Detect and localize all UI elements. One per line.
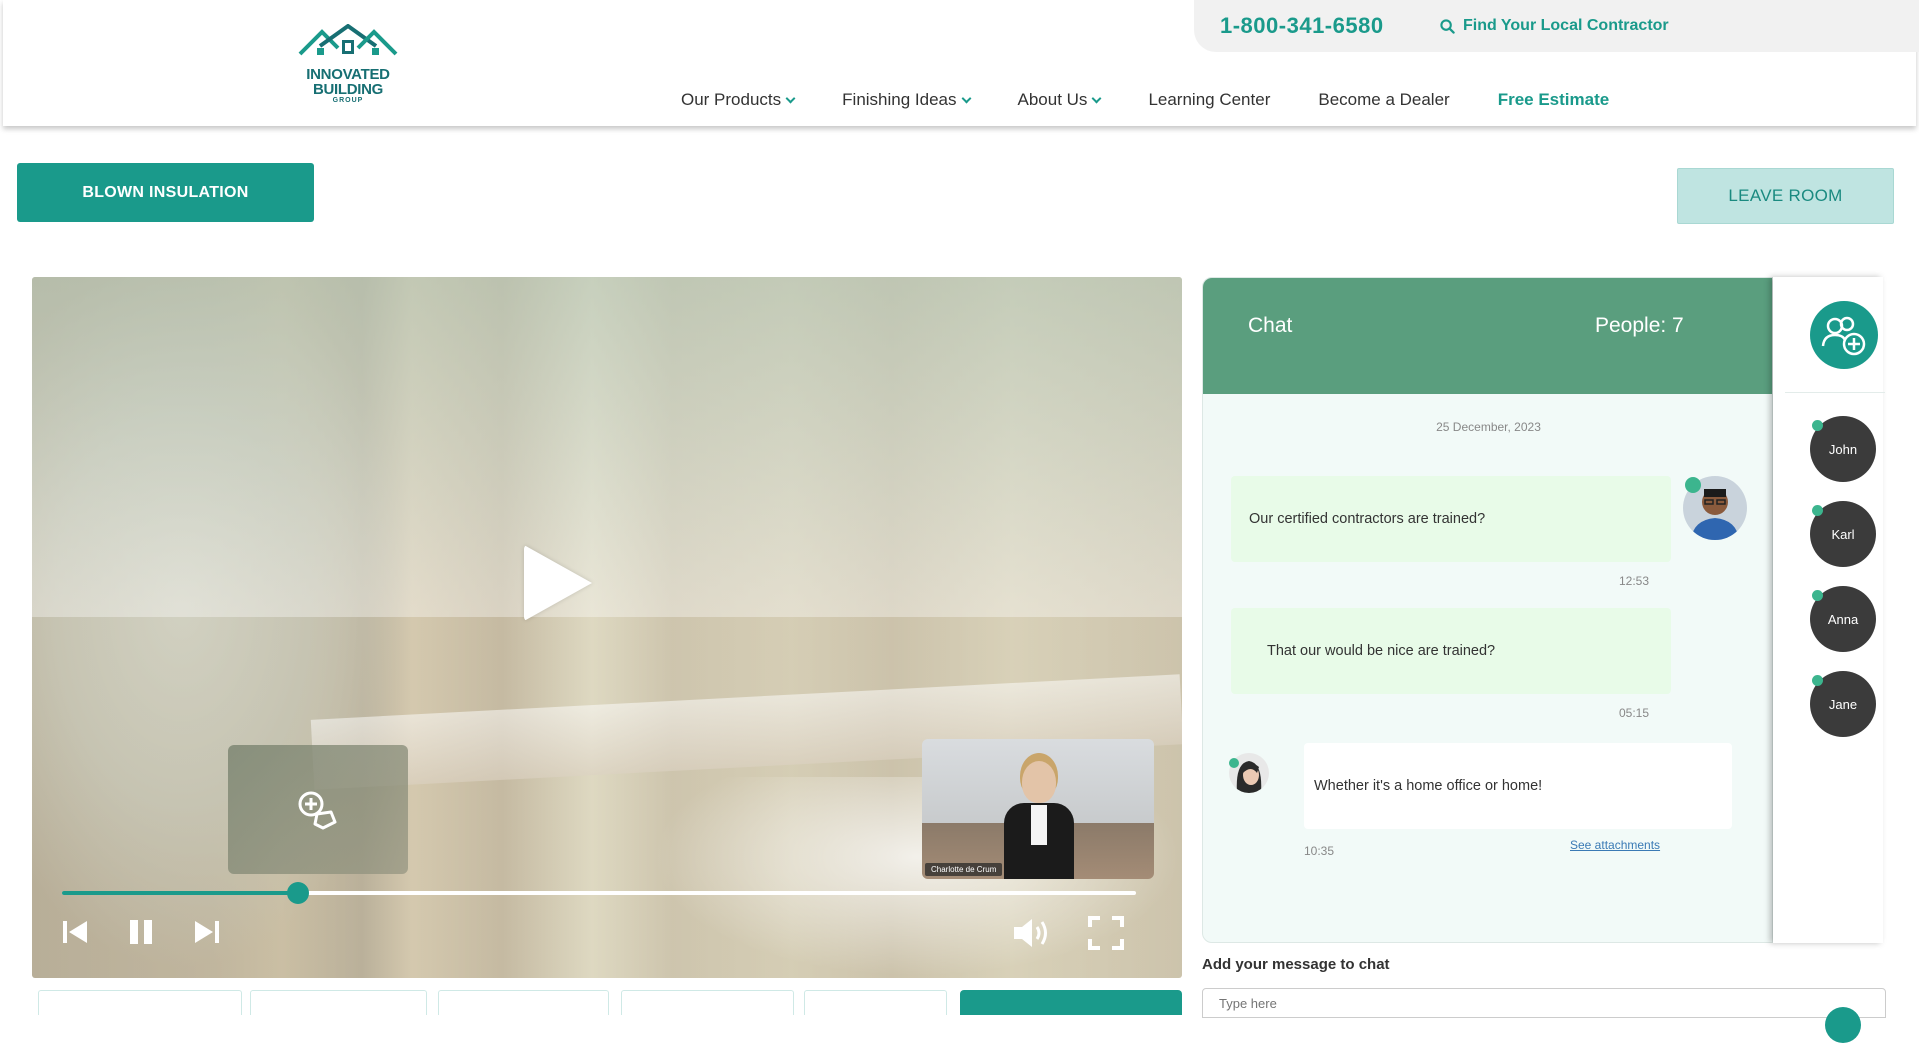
chevron-down-icon [961,93,971,103]
logo-line-building: BUILDING [312,81,384,98]
online-status-icon [1812,590,1823,601]
chat-panel: Chat People: 7 25 December, 2023 Our cer… [1202,277,1773,943]
chat-message-text: That our would be nice are trained? [1267,643,1496,659]
main-nav: Our Products Finishing Ideas About Us Le… [681,90,1657,110]
logo-line-group: GROUP [332,97,364,104]
chevron-down-icon [1091,93,1102,103]
participant-name: Karl [1831,526,1855,542]
presenter-video-thumbnail[interactable]: Charlotte de Crum [922,739,1154,879]
message-time: 05:15 [1619,706,1650,720]
nav-learning-center[interactable]: Learning Center [1148,90,1270,110]
nav-about-us-label: About Us [1017,90,1088,109]
bottom-tab[interactable] [804,990,947,1015]
presenter-figure [1004,761,1074,879]
phone-number[interactable]: 1-800-341-6580 [1220,13,1384,39]
nav-finishing-ideas-label: Finishing Ideas [842,90,957,109]
find-contractor-link[interactable]: Find Your Local Contractor [1440,17,1669,35]
people-count: People: 7 [1595,314,1684,337]
add-people-icon [1821,316,1866,356]
pause-icon[interactable] [126,917,156,947]
site-header: 1-800-341-6580 Find Your Local Contracto… [3,0,1919,126]
chat-message-text: Whether it's a home office or home! [1314,778,1543,794]
participant-avatar[interactable]: John [1810,416,1876,482]
nav-about-us[interactable]: About Us [1017,90,1102,110]
chat-date: 25 December, 2023 [1436,420,1541,434]
nav-free-estimate[interactable]: Free Estimate [1498,90,1610,110]
video-player[interactable]: Charlotte de Crum [32,277,1182,978]
search-icon [1440,18,1455,34]
volume-icon[interactable] [1012,915,1052,951]
people-sidebar: John Karl Anna Jane [1773,277,1885,943]
video-progress-fill [62,891,299,895]
video-progress-handle[interactable] [287,882,310,904]
online-status-icon [1229,758,1239,768]
find-contractor-label: Find Your Local Contractor [1463,17,1669,34]
video-progress-bar[interactable] [62,882,1136,904]
chat-message-input[interactable] [1202,988,1886,1018]
bottom-action-button[interactable] [960,990,1182,1015]
participant-name: Jane [1828,696,1858,712]
house-roof-logo-icon [298,23,398,56]
add-people-button[interactable] [1810,301,1878,369]
chevron-down-icon [785,93,796,103]
online-status-icon [1812,675,1823,686]
message-time: 12:53 [1619,574,1650,588]
participant-avatar[interactable]: Anna [1810,586,1876,652]
chat-message: That our would be nice are trained? [1231,608,1671,694]
chat-message-text: Our certified contractors are trained? [1249,511,1486,527]
nav-free-estimate-label: Free Estimate [1497,90,1610,109]
add-screen-icon [298,791,337,829]
presenter-name: Charlotte de Crum [925,863,1003,876]
nav-our-products-label: Our Products [681,90,782,109]
participant-name: John [1828,441,1858,457]
top-contact-bar: 1-800-341-6580 Find Your Local Contracto… [1194,0,1919,52]
bottom-tab[interactable] [438,990,609,1015]
online-status-icon [1812,505,1823,516]
chat-input-label: Add your message to chat [1202,956,1390,973]
participant-avatar[interactable]: Jane [1810,671,1876,737]
nav-learning-center-label: Learning Center [1148,90,1271,109]
see-attachments-link[interactable]: See attachments [1570,838,1660,852]
skip-next-icon[interactable] [192,917,222,947]
logo-line-innovated: INNOVATED [306,66,390,83]
add-screen-thumbnail[interactable] [228,745,408,874]
nav-finishing-ideas[interactable]: Finishing Ideas [842,90,971,110]
chat-header: Chat People: 7 [1203,278,1772,394]
bottom-tab[interactable] [38,990,242,1015]
people-divider [1785,392,1885,393]
participant-name: Anna [1827,611,1859,627]
skip-previous-icon[interactable] [60,917,90,947]
chat-message: Whether it's a home office or home! [1304,743,1732,829]
message-time: 10:35 [1304,844,1335,858]
video-frame-layer [32,277,1182,617]
play-icon[interactable] [524,545,592,621]
leave-room-button[interactable]: LEAVE ROOM [1677,168,1894,224]
bottom-tab[interactable] [250,990,427,1015]
blown-insulation-button[interactable]: BLOWN INSULATION [17,163,314,222]
participant-avatar[interactable]: Karl [1810,501,1876,567]
online-status-icon [1812,420,1823,431]
online-status-icon [1685,477,1701,493]
chat-message: Our certified contractors are trained? [1231,476,1671,562]
bottom-tab[interactable] [621,990,794,1015]
company-logo[interactable]: INNOVATED BUILDING GROUP [296,23,400,108]
chat-title: Chat [1248,314,1293,337]
nav-our-products[interactable]: Our Products [681,90,796,110]
fullscreen-icon[interactable] [1086,915,1126,951]
nav-become-dealer[interactable]: Become a Dealer [1318,90,1449,110]
send-button[interactable] [1825,1007,1861,1043]
nav-become-dealer-label: Become a Dealer [1318,90,1450,109]
